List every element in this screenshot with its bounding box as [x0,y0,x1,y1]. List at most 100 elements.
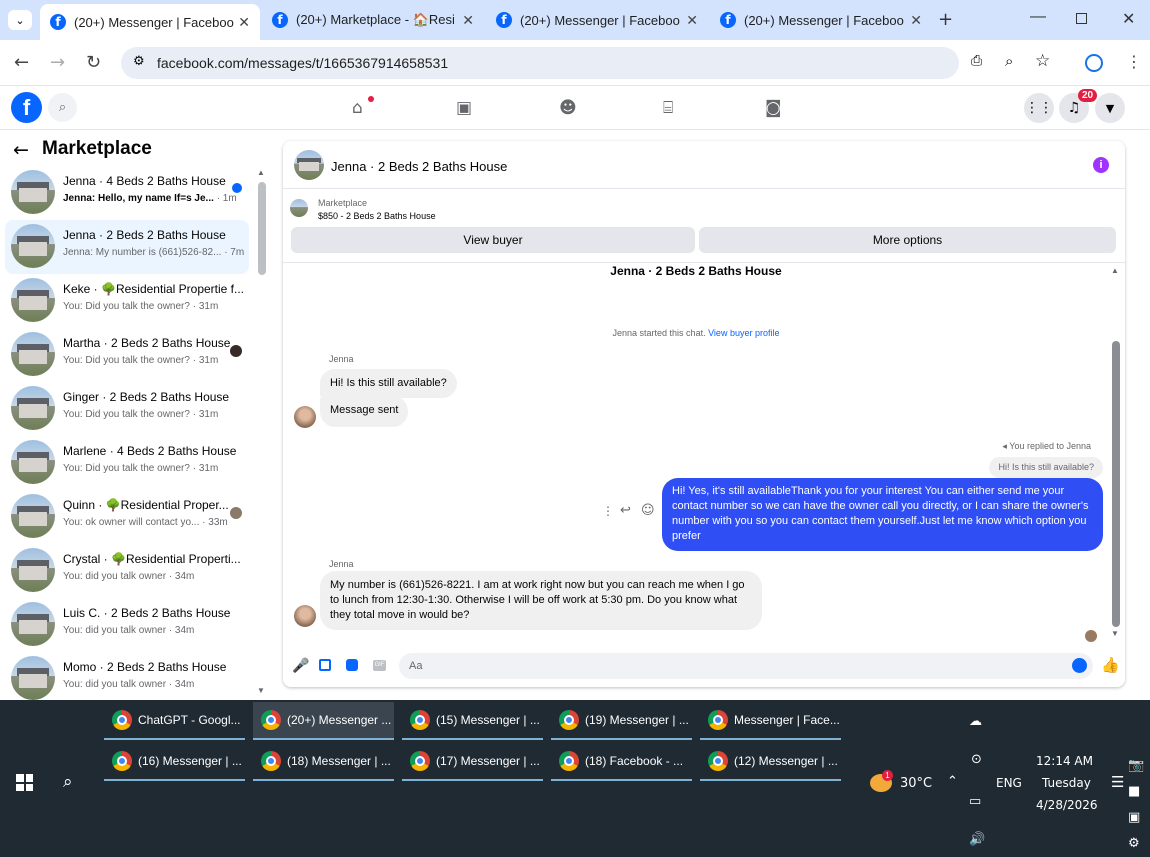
sender-name: Jenna [329,559,354,569]
show-hidden-icons-chevron-icon[interactable]: ⌃ [947,774,958,789]
conversation-item[interactable]: Jenna · 2 Beds 2 Baths House Jenna: My n… [5,220,249,274]
conversation-item[interactable]: Ginger · 2 Beds 2 Baths House You: Did y… [5,382,249,436]
conversation-item[interactable]: Martha · 2 Beds 2 Baths House You: Did y… [5,328,249,382]
install-app-icon[interactable]: ⎙ [971,53,982,69]
gif-icon[interactable]: GIF [373,660,386,671]
new-tab-icon[interactable]: + [938,9,953,30]
tab-search-icon[interactable]: ⌄ [8,10,32,30]
video-record-icon[interactable]: ■ [1128,784,1140,799]
taskbar-window[interactable]: (20+) Messenger ... [253,702,394,740]
notification-center-icon[interactable]: ☰ [1111,773,1124,791]
conversation-item[interactable]: Marlene · 4 Beds 2 Baths House You: Did … [5,436,249,490]
chat-header-title[interactable]: Jenna · 2 Beds 2 Baths House [331,159,507,174]
clock-time[interactable]: 12:14 AM [1036,754,1093,768]
scroll-up-arrow-icon[interactable]: ▲ [257,168,265,177]
taskbar-search-icon[interactable]: ⌕ [63,772,73,792]
outgoing-message[interactable]: Hi! Yes, it's still availableThank you f… [662,478,1103,551]
incoming-message[interactable]: Message sent [320,396,409,427]
meet-icon[interactable]: ⊙ [971,752,982,767]
listing-avatar [11,440,55,484]
friends-icon[interactable]: ☻ [559,98,577,118]
settings-gear-icon[interactable]: ⚙ [1128,836,1140,851]
browser-tab-2[interactable]: f (20+) Marketplace - 🏠Resid ✕ [262,0,484,40]
microphone-icon[interactable]: 🎤 [292,658,309,674]
incoming-message[interactable]: Hi! Is this still available? [320,369,457,398]
home-icon[interactable]: ⌂ [352,98,363,118]
menu-grid-icon[interactable]: ⋮⋮ [1024,93,1054,123]
conversation-item[interactable]: Crystal · 🌳Residential Properti... You: … [5,544,249,598]
reload-icon[interactable]: ↻ [86,52,101,73]
conversation-item[interactable]: Luis C. · 2 Beds 2 Baths House You: did … [5,598,249,652]
taskbar-window[interactable]: Messenger | Face... [700,702,841,740]
address-bar[interactable]: ⚙ facebook.com/messages/t/16653679146585… [121,47,1050,79]
clock-day[interactable]: Tuesday [1042,776,1091,790]
info-icon[interactable]: i [1093,157,1109,173]
taskbar-window[interactable]: (17) Messenger | ... [402,743,543,781]
photo-icon[interactable] [319,659,331,671]
browser-tab-1[interactable]: f (20+) Messenger | Facebook ✕ [40,4,260,40]
more-actions-icon[interactable]: ⋮ [602,504,614,518]
camera-icon[interactable]: 📷 [1128,758,1144,773]
close-tab-icon[interactable]: ✕ [910,12,922,29]
conversation-item[interactable]: Jenna · 4 Beds 2 Baths House Jenna: Hell… [5,166,249,220]
facebook-logo-icon[interactable]: f [11,92,42,123]
forward-arrow-icon[interactable]: → [50,52,65,73]
minimize-icon[interactable]: — [1030,8,1046,26]
incoming-message[interactable]: My number is (661)526-8221. I am at work… [320,571,762,630]
reply-arrow-icon[interactable]: ↩ [620,503,631,518]
react-emoji-icon[interactable]: ☺ [641,503,655,518]
scroll-down-arrow-icon[interactable]: ▼ [1111,629,1119,638]
taskbar-window[interactable]: ChatGPT - Googl... [104,702,245,740]
taskbar-window[interactable]: (19) Messenger | ... [551,702,692,740]
close-tab-icon[interactable]: ✕ [238,14,250,31]
view-buyer-button[interactable]: View buyer [291,227,695,253]
sticker-icon[interactable] [346,659,358,671]
close-tab-icon[interactable]: ✕ [686,12,698,29]
more-options-button[interactable]: More options [699,227,1116,253]
thumbs-up-icon[interactable]: 👍 [1101,656,1120,674]
browser-menu-icon[interactable]: ⋮ [1126,52,1142,71]
video-icon[interactable]: ▣ [456,98,472,118]
maximize-icon[interactable] [1076,13,1087,24]
close-tab-icon[interactable]: ✕ [462,12,474,29]
taskbar-window[interactable]: (12) Messenger | ... [700,743,841,781]
taskbar-window[interactable]: (18) Messenger | ... [253,743,394,781]
account-chevron-icon[interactable]: ▼ [1095,93,1125,123]
conversation-item[interactable]: Momo · 2 Beds 2 Baths House You: did you… [5,652,249,706]
onedrive-icon[interactable]: ☁ [969,714,982,729]
search-icon[interactable]: ⌕ [48,93,77,122]
conversation-item[interactable]: Quinn · 🌳Residential Proper... You: ok o… [5,490,249,544]
message-input[interactable]: Aa [399,653,1093,679]
volume-icon[interactable]: 🔊 [969,832,985,847]
network-icon[interactable]: ▭ [969,794,981,809]
scroll-up-arrow-icon[interactable]: ▲ [1111,266,1119,275]
clock-date[interactable]: 4/28/2026 [1036,798,1098,812]
back-arrow-icon[interactable]: ← [14,52,29,73]
chat-scrollbar[interactable] [1112,341,1120,627]
zoom-icon[interactable]: ⌕ [1005,52,1013,70]
browser-tab-3[interactable]: f (20+) Messenger | Facebook ✕ [486,0,708,40]
conversation-item[interactable]: Keke · 🌳Residential Propertie f... You: … [5,274,249,328]
marketplace-icon[interactable]: ⌸ [663,98,673,118]
thread-title: Jenna · 2 Beds 2 Baths House [610,264,782,278]
emoji-icon[interactable] [1072,658,1087,673]
sidebar-scrollbar[interactable] [258,182,266,275]
site-settings-icon[interactable]: ⚙ [133,54,145,69]
close-window-icon[interactable]: ✕ [1122,9,1135,28]
browser-tab-4[interactable]: f (20+) Messenger | Facebook ✕ [710,0,932,40]
taskbar-window[interactable]: (16) Messenger | ... [104,743,245,781]
replied-label: ◂ You replied to Jenna [1002,441,1091,452]
taskbar-window[interactable]: (18) Facebook - ... [551,743,692,781]
windows-start-icon[interactable] [16,774,33,791]
taskbar-window[interactable]: (15) Messenger | ... [402,702,543,740]
view-buyer-profile-link[interactable]: View buyer profile [708,328,779,338]
language-indicator[interactable]: ENG [996,776,1022,790]
gaming-icon[interactable]: ◙ [765,98,782,118]
listing-avatar[interactable] [294,150,324,180]
back-arrow-icon[interactable]: ← [13,139,29,161]
weather-temp[interactable]: 30°C [900,776,932,791]
profile-icon[interactable] [1085,54,1103,72]
window-snap-icon[interactable]: ▣ [1128,810,1140,825]
scroll-down-arrow-icon[interactable]: ▼ [257,686,265,695]
bookmark-star-icon[interactable]: ☆ [1035,51,1050,71]
